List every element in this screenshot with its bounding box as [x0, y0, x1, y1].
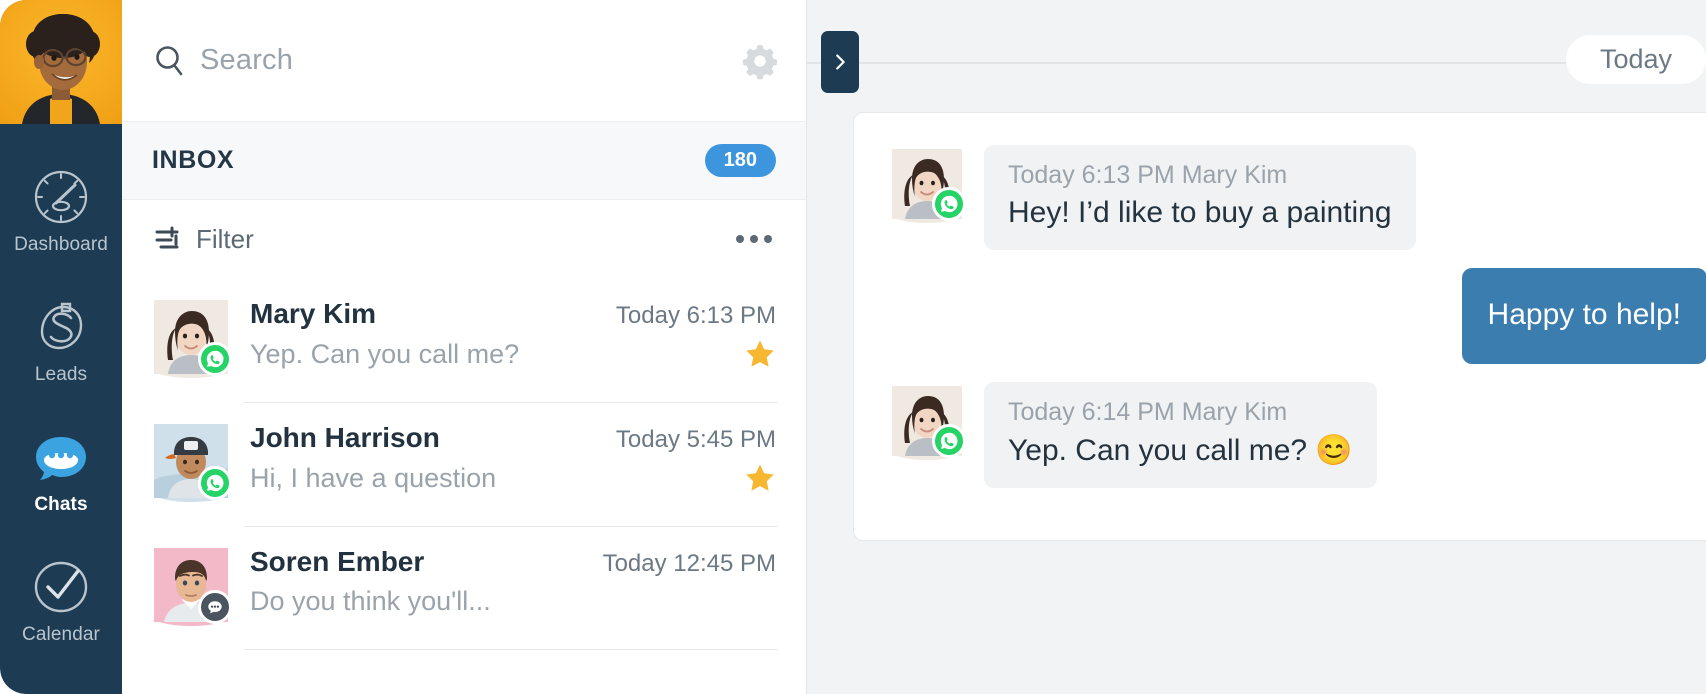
avatar — [154, 300, 228, 374]
message-row: Today 6:14 PM Mary Kim Yep. Can you call… — [892, 382, 1706, 488]
avatar — [892, 386, 962, 456]
contact-name: Soren Ember — [250, 546, 424, 578]
chat-bubble-icon — [30, 426, 92, 488]
sidebar-item-label: Dashboard — [14, 234, 108, 256]
expand-panel-button[interactable] — [821, 31, 859, 93]
list-item[interactable]: Mary Kim Today 6:13 PM Yep. Can you call… — [122, 278, 806, 402]
page-title: INBOX — [152, 146, 234, 175]
avatar — [154, 424, 228, 498]
search-input[interactable] — [200, 44, 740, 77]
gauge-icon — [30, 166, 92, 228]
message-text: Yep. Can you call me? 😊 — [1008, 433, 1353, 468]
message-bubble-outgoing: Happy to help! — [1462, 268, 1706, 364]
sidebar-item-dashboard[interactable]: Dashboard — [0, 146, 122, 276]
whatsapp-badge-icon — [198, 466, 232, 500]
check-circle-icon — [30, 556, 92, 618]
chevron-right-icon — [829, 51, 851, 73]
sidebar-item-label: Leads — [35, 364, 87, 386]
contact-name: John Harrison — [250, 422, 440, 454]
list-item[interactable]: John Harrison Today 5:45 PM Hi, I have a… — [122, 402, 806, 526]
app-window: Dashboard Leads — [0, 0, 1706, 694]
message-preview: Do you think you'll... — [250, 586, 491, 617]
sidebar-nav: Dashboard Leads — [0, 124, 122, 666]
message-row: Today 6:13 PM Mary Kim Hey! I’d like to … — [892, 145, 1706, 250]
list-item-body: John Harrison Today 5:45 PM Hi, I have a… — [250, 420, 776, 494]
message-meta: Today 6:14 PM Mary Kim — [1008, 398, 1353, 427]
inbox-count-badge: 180 — [705, 144, 776, 177]
sidebar-item-calendar[interactable]: Calendar — [0, 536, 122, 666]
whatsapp-badge-icon — [932, 187, 966, 221]
inbox-header: INBOX 180 — [122, 122, 806, 200]
avatar — [154, 548, 228, 622]
whatsapp-badge-icon — [198, 342, 232, 376]
more-horizontal-icon[interactable] — [732, 227, 776, 251]
message-meta: Today 6:13 PM Mary Kim — [1008, 161, 1392, 190]
search-icon — [152, 43, 188, 79]
user-avatar[interactable] — [0, 0, 122, 124]
star-icon[interactable] — [744, 462, 776, 494]
filter-button[interactable]: Filter — [154, 224, 254, 255]
dollar-sign-icon — [30, 296, 92, 358]
main-sidebar: Dashboard Leads — [0, 0, 122, 694]
list-item-body: Mary Kim Today 6:13 PM Yep. Can you call… — [250, 296, 776, 370]
star-icon[interactable] — [744, 338, 776, 370]
message-bubble-incoming: Today 6:14 PM Mary Kim Yep. Can you call… — [984, 382, 1377, 488]
timestamp: Today 6:13 PM — [616, 302, 776, 330]
list-item-body: Soren Ember Today 12:45 PM Do you think … — [250, 544, 776, 617]
sidebar-item-leads[interactable]: Leads — [0, 276, 122, 406]
timestamp: Today 5:45 PM — [616, 426, 776, 454]
sidebar-item-chats[interactable]: Chats — [0, 406, 122, 536]
timestamp: Today 12:45 PM — [603, 550, 776, 578]
chat-list: Mary Kim Today 6:13 PM Yep. Can you call… — [122, 278, 806, 694]
message-preview: Hi, I have a question — [250, 463, 496, 494]
date-separator-pill: Today — [1566, 35, 1706, 84]
list-item[interactable]: Soren Ember Today 12:45 PM Do you think … — [122, 526, 806, 650]
sidebar-item-label: Calendar — [22, 624, 100, 646]
avatar — [892, 149, 962, 219]
inbox-panel: INBOX 180 Filter — [122, 0, 806, 694]
user-photo-avatar — [0, 0, 122, 124]
filter-row: Filter — [122, 200, 806, 278]
whatsapp-badge-icon — [932, 424, 966, 458]
sidebar-item-label: Chats — [34, 494, 87, 516]
conversation-panel: Today — [806, 0, 1706, 694]
message-text: Hey! I’d like to buy a painting — [1008, 196, 1392, 230]
sliders-icon — [154, 224, 184, 254]
chat-bubble-badge-icon — [198, 590, 232, 624]
message-row: Happy to help! — [892, 268, 1706, 364]
gear-icon[interactable] — [740, 41, 780, 81]
contact-name: Mary Kim — [250, 298, 376, 330]
search-bar — [122, 0, 806, 122]
filter-label: Filter — [196, 224, 254, 255]
message-preview: Yep. Can you call me? — [250, 339, 519, 370]
message-text: Happy to help! — [1488, 298, 1681, 332]
message-bubble-incoming: Today 6:13 PM Mary Kim Hey! I’d like to … — [984, 145, 1416, 250]
message-thread-card: Today 6:13 PM Mary Kim Hey! I’d like to … — [853, 112, 1706, 541]
